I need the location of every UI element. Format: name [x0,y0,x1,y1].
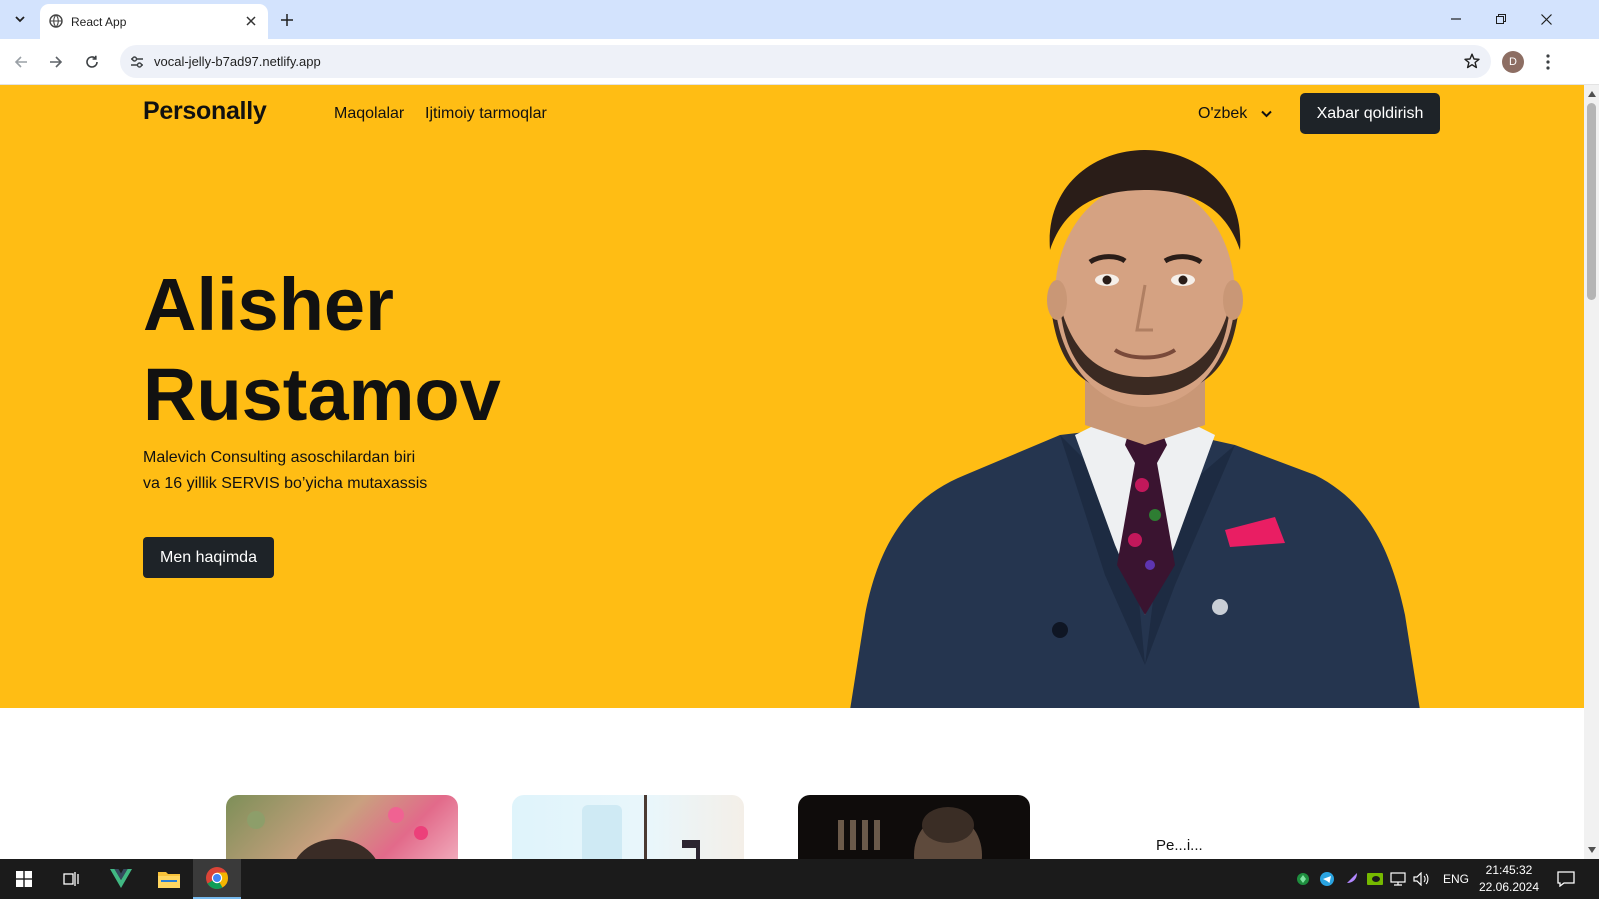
speaker-icon [1413,872,1429,886]
article-card-1[interactable] [226,795,458,859]
tray-feather-icon[interactable] [1343,871,1359,887]
browser-menu-button[interactable] [1537,51,1559,73]
article-card-2[interactable] [512,795,744,859]
shield-icon [1297,873,1309,885]
sidebar-heading: Pe...i... [1156,837,1203,854]
clock-date: 22.06.2024 [1478,880,1540,894]
profile-avatar[interactable]: D [1502,51,1524,73]
close-icon [1540,13,1552,25]
minimize-icon [1451,18,1461,20]
nav-link-articles[interactable]: Maqolalar [334,105,404,123]
windows-logo-icon [16,871,32,887]
site-logo[interactable]: Personally [143,97,267,126]
page-scrollbar[interactable] [1584,85,1599,859]
tab-search-button[interactable] [8,7,32,31]
card-image [838,807,982,859]
restore-icon [1496,14,1506,24]
hero-title: Alisher Rustamov [143,260,643,440]
tab-title: React App [71,15,127,29]
chrome-logo-icon [206,867,228,889]
notification-center-button[interactable] [1555,869,1577,889]
tray-clock[interactable]: 21:45:32 22.06.2024 [1474,862,1544,896]
nav-link-social[interactable]: Ijtimoiy tarmoqlar [425,105,547,123]
taskbar-app-vue[interactable] [97,859,145,899]
forward-button[interactable] [45,51,67,73]
plus-icon [281,14,293,26]
more-vertical-icon [1546,54,1550,70]
browser-toolbar: vocal-jelly-b7ad97.netlify.app D [0,39,1599,85]
arrow-right-icon [50,56,63,68]
scroll-up-button[interactable] [1587,89,1596,98]
globe-icon [49,14,63,28]
tray-language-indicator[interactable]: ENG [1443,872,1469,886]
start-button[interactable] [0,859,48,899]
tray-network-shield-icon[interactable] [1295,871,1311,887]
url-text: vocal-jelly-b7ad97.netlify.app [154,54,321,69]
language-label: O'zbek [1198,105,1248,122]
reload-button[interactable] [81,51,103,73]
scroll-down-button[interactable] [1587,845,1596,854]
hero-subtitle: Malevich Consulting asoschilardan biri v… [143,449,428,492]
vue-logo-icon [110,869,132,888]
tray-volume-icon[interactable] [1413,871,1429,887]
clock-time: 21:45:32 [1485,863,1533,877]
tray-network-icon[interactable] [1390,871,1406,887]
notification-icon [1557,871,1575,887]
close-window-button[interactable] [1534,8,1558,30]
new-tab-button[interactable] [276,9,298,31]
bookmark-button[interactable] [1462,51,1482,71]
site-info-button[interactable] [127,52,147,72]
language-select[interactable]: O'zbek [1198,105,1273,123]
triangle-up-icon [1587,90,1596,97]
folder-icon [158,872,180,888]
article-card-3[interactable] [798,795,1030,859]
tab-close-button[interactable] [242,12,260,30]
address-bar[interactable]: vocal-jelly-b7ad97.netlify.app [120,45,1491,78]
tray-nvidia-icon[interactable] [1367,871,1383,887]
scroll-thumb[interactable] [1587,103,1596,300]
monitor-network-icon [1390,872,1406,886]
reload-icon [86,55,98,68]
close-icon [246,16,256,26]
hero-title-line1: Alisher [143,263,394,346]
chevron-down-icon [1261,110,1273,118]
taskbar-app-chrome[interactable] [193,859,241,899]
telegram-icon [1320,872,1334,886]
task-view-icon [63,872,79,886]
chevron-down-icon [15,16,25,23]
page-viewport: Personally Maqolalar Ijtimoiy tarmoqlar … [0,85,1599,859]
hero-section: Personally Maqolalar Ijtimoiy tarmoqlar … [0,85,1584,708]
browser-tabstrip: React App [0,0,1599,39]
taskbar-app-explorer[interactable] [145,859,193,899]
triangle-down-icon [1587,846,1596,853]
os-taskbar: ENG 21:45:32 22.06.2024 [0,859,1599,899]
star-icon [1464,53,1480,69]
arrow-left-icon [14,56,27,68]
hero-title-line2: Rustamov [143,353,501,436]
feather-icon [1345,873,1357,885]
tune-icon [131,56,143,68]
tray-telegram-icon[interactable] [1319,871,1335,887]
about-me-button[interactable]: Men haqimda [143,537,274,578]
minimize-button[interactable] [1444,8,1468,30]
portrait-image [850,150,1420,708]
restore-button[interactable] [1489,8,1513,30]
nvidia-icon [1367,873,1383,885]
card-image [247,807,428,859]
browser-tab-active[interactable]: React App [40,4,268,39]
task-view-button[interactable] [48,859,96,899]
leave-message-button[interactable]: Xabar qoldirish [1300,93,1440,134]
card-image [582,795,700,859]
back-button[interactable] [10,51,32,73]
